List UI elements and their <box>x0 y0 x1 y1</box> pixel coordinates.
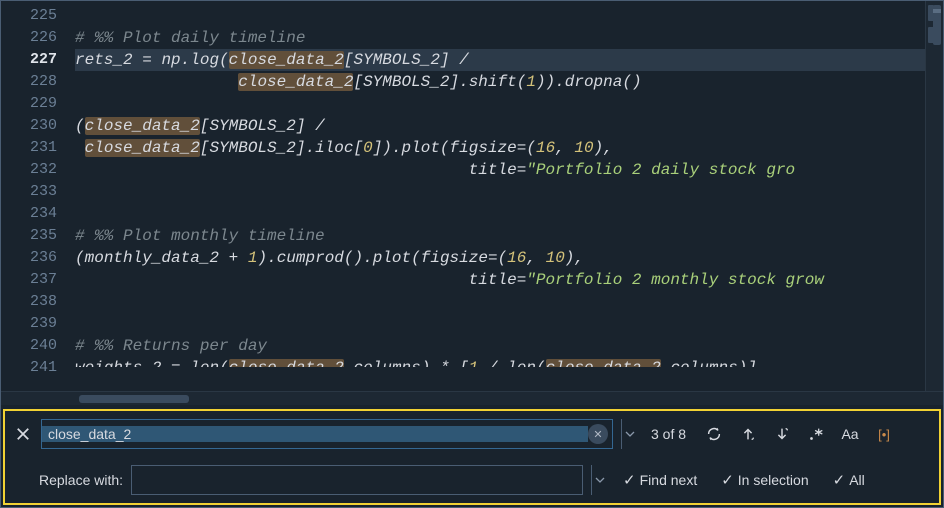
line-number: 237 <box>1 269 75 291</box>
horizontal-scrollbar[interactable] <box>1 391 943 405</box>
whole-word-icon[interactable]: [•] <box>871 421 897 447</box>
find-replace-panel: close_data_2 ✕ 3 of 8 Aa [•] Replace wit… <box>3 409 941 505</box>
code-content[interactable]: # %% Plot daily timelinerets_2 = np.log(… <box>75 1 925 391</box>
horizontal-scrollbar-thumb[interactable] <box>79 395 189 403</box>
prev-match-icon[interactable] <box>735 421 761 447</box>
line-number: 234 <box>1 203 75 225</box>
match-count: 3 of 8 <box>645 426 693 442</box>
code-editor[interactable]: 2252262272282292302312322332342352362372… <box>1 1 943 391</box>
code-line[interactable] <box>75 313 925 335</box>
line-number-gutter: 2252262272282292302312322332342352362372… <box>1 1 75 391</box>
line-number: 233 <box>1 181 75 203</box>
regex-icon[interactable] <box>803 421 829 447</box>
code-line[interactable]: # %% Plot monthly timeline <box>75 225 925 247</box>
code-line[interactable] <box>75 181 925 203</box>
code-line[interactable] <box>75 291 925 313</box>
line-number: 227 <box>1 49 75 71</box>
line-number: 240 <box>1 335 75 357</box>
line-number: 229 <box>1 93 75 115</box>
clear-search-icon[interactable]: ✕ <box>588 424 608 444</box>
code-line[interactable]: # %% Plot daily timeline <box>75 27 925 49</box>
code-line[interactable] <box>75 203 925 225</box>
line-number: 225 <box>1 5 75 27</box>
code-line[interactable]: close_data_2[SYMBOLS_2].iloc[0]).plot(fi… <box>75 137 925 159</box>
line-number: 241 <box>1 357 75 367</box>
line-number: 231 <box>1 137 75 159</box>
in-selection-button[interactable]: ✓In selection <box>713 471 816 489</box>
find-next-button[interactable]: ✓Find next <box>615 471 705 489</box>
search-input-text[interactable]: close_data_2 <box>42 426 588 442</box>
code-line[interactable]: title="Portfolio 2 monthly stock grow <box>75 269 925 291</box>
line-number: 238 <box>1 291 75 313</box>
close-icon[interactable] <box>13 424 33 444</box>
refresh-icon[interactable] <box>701 421 727 447</box>
code-line[interactable]: weights_2 = len(close_data_2.columns) * … <box>75 357 925 367</box>
replace-all-button[interactable]: ✓All <box>825 471 873 489</box>
line-number: 236 <box>1 247 75 269</box>
code-line[interactable]: # %% Returns per day <box>75 335 925 357</box>
replace-history-dropdown[interactable] <box>591 465 607 495</box>
search-history-dropdown[interactable] <box>621 419 637 449</box>
next-match-icon[interactable] <box>769 421 795 447</box>
line-number: 228 <box>1 71 75 93</box>
code-line[interactable]: (close_data_2[SYMBOLS_2] / <box>75 115 925 137</box>
line-number: 235 <box>1 225 75 247</box>
code-line[interactable]: title="Portfolio 2 daily stock gro <box>75 159 925 181</box>
replace-label: Replace with: <box>13 472 123 488</box>
line-number: 226 <box>1 27 75 49</box>
line-number: 239 <box>1 313 75 335</box>
line-number: 230 <box>1 115 75 137</box>
case-sensitive-icon[interactable]: Aa <box>837 421 863 447</box>
code-line[interactable] <box>75 5 925 27</box>
code-line[interactable]: rets_2 = np.log(close_data_2[SYMBOLS_2] … <box>75 49 925 71</box>
code-line[interactable]: close_data_2[SYMBOLS_2].shift(1)).dropna… <box>75 71 925 93</box>
replace-input[interactable] <box>131 465 583 495</box>
search-input[interactable]: close_data_2 ✕ <box>41 419 613 449</box>
code-line[interactable]: (monthly_data_2 + 1).cumprod().plot(figs… <box>75 247 925 269</box>
line-number: 232 <box>1 159 75 181</box>
minimap-scrollbar[interactable] <box>925 1 943 391</box>
code-line[interactable] <box>75 93 925 115</box>
